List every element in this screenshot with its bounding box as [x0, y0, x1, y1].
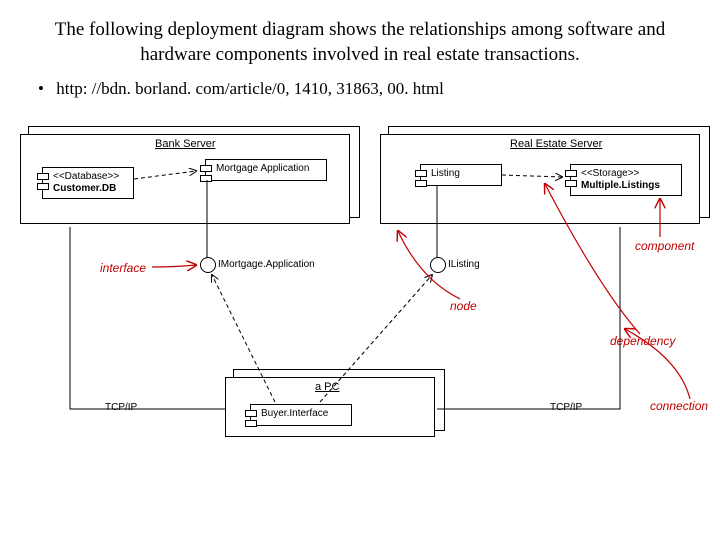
listing-name: Listing: [421, 165, 501, 183]
component-listing: Listing: [420, 164, 502, 186]
interface-ilisting-circle: [430, 257, 446, 273]
annotation-node: node: [450, 299, 477, 313]
component-customer-db: <<Database>> Customer.DB: [42, 167, 134, 199]
slide-title: The following deployment diagram shows t…: [0, 0, 720, 75]
mortgage-app-name: Mortgage Application: [206, 160, 326, 178]
protocol-right: TCP/IP: [550, 402, 582, 413]
component-multiple-listings: <<Storage>> Multiple.Listings: [570, 164, 682, 196]
bullet-item: • http: //bdn. borland. com/article/0, 1…: [0, 75, 720, 109]
customer-db-name: Customer.DB: [53, 183, 129, 195]
bullet-dot: •: [30, 79, 52, 99]
annotation-connection: connection: [650, 399, 708, 413]
multiple-listings-stereotype: <<Storage>>: [581, 168, 677, 180]
interface-imortgage-label: IMortgage.Application: [218, 259, 315, 270]
node-title-realestate: Real Estate Server: [510, 138, 602, 150]
component-mortgage-app: Mortgage Application: [205, 159, 327, 181]
component-buyer-interface: Buyer.Interface: [250, 404, 352, 426]
interface-ilisting-label: IListing: [448, 259, 480, 270]
annotation-interface: interface: [100, 261, 146, 275]
deployment-diagram: Bank Server <<Database>> Customer.DB Mor…: [0, 109, 720, 489]
protocol-left: TCP/IP: [105, 402, 137, 413]
annotation-dependency: dependency: [610, 334, 675, 348]
multiple-listings-name: Multiple.Listings: [581, 180, 677, 192]
customer-db-stereotype: <<Database>>: [53, 171, 129, 183]
node-title-pc: a PC: [315, 381, 339, 393]
annotation-component: component: [635, 239, 694, 253]
node-title-bank: Bank Server: [155, 138, 216, 150]
interface-imortgage-circle: [200, 257, 216, 273]
buyer-interface-name: Buyer.Interface: [251, 405, 351, 423]
bullet-text: http: //bdn. borland. com/article/0, 141…: [56, 79, 444, 98]
